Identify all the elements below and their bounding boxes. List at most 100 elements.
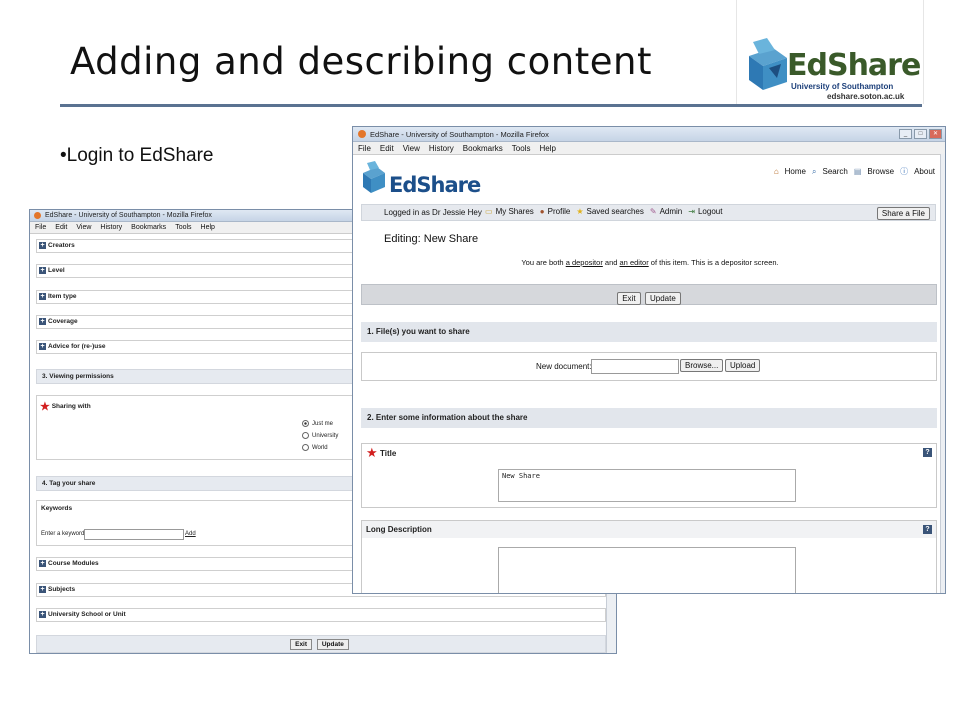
long-description-header — [362, 521, 936, 538]
radio-icon — [302, 432, 309, 439]
browse-button[interactable]: Browse... — [680, 359, 724, 372]
link-profile[interactable]: Profile — [548, 207, 571, 216]
star-icon: ★ — [576, 207, 584, 216]
exit-button[interactable]: Exit — [617, 292, 641, 305]
close-icon[interactable]: ✕ — [929, 129, 942, 139]
expand-icon: + — [39, 318, 46, 325]
keyword-prompt: Enter a keyword: — [41, 531, 87, 537]
sharing-with-label: Sharing with — [51, 403, 91, 410]
site-logo-wordmark[interactable]: EdShare — [389, 173, 481, 197]
expand-icon: + — [39, 343, 46, 350]
user-bar: Logged in as Dr Jessie Hey ▭ My Shares ● P… — [361, 204, 936, 221]
logged-in-text: Logged in as Dr Jessie Hey — [384, 208, 482, 217]
radio-selected-icon — [302, 420, 309, 427]
menu-edit[interactable]: Edit — [380, 144, 394, 153]
help-icon[interactable]: ? — [923, 448, 932, 457]
menu-tools[interactable]: Tools — [512, 144, 531, 153]
menu-help[interactable]: Help — [201, 224, 215, 231]
info-icon: ⓘ — [900, 167, 909, 176]
keyword-add-link[interactable]: Add — [185, 531, 196, 537]
expand-icon: + — [39, 560, 46, 567]
profile-icon: ● — [539, 207, 545, 216]
menu-tools[interactable]: Tools — [175, 224, 191, 231]
exit-button[interactable]: Exit — [290, 639, 313, 650]
firefox-icon — [34, 212, 41, 219]
site-nav: ⌂ Home ⌕ Search ▤ Browse ⓘ About — [774, 166, 935, 177]
nav-home[interactable]: Home — [785, 167, 806, 176]
logo-wordmark: EdShare — [787, 48, 921, 83]
nav-search[interactable]: Search — [822, 167, 847, 176]
new-document-label: New document: — [536, 362, 592, 371]
menu-file[interactable]: File — [35, 224, 46, 231]
title-input-value: New Share — [502, 472, 540, 480]
maximize-icon[interactable]: □ — [914, 129, 927, 139]
link-admin[interactable]: Admin — [660, 207, 683, 216]
update-button[interactable]: Update — [316, 639, 349, 650]
menu-help[interactable]: Help — [539, 144, 555, 153]
right-scrollbar[interactable] — [940, 154, 945, 593]
search-icon: ⌕ — [812, 166, 817, 176]
menu-view[interactable]: View — [76, 224, 91, 231]
menu-history[interactable]: History — [429, 144, 454, 153]
expand-icon: + — [39, 293, 46, 300]
browse-icon: ▤ — [853, 167, 862, 176]
menu-edit[interactable]: Edit — [55, 224, 67, 231]
menu-bar: File Edit View History Bookmarks Tools H… — [353, 142, 945, 155]
help-icon[interactable]: ? — [923, 525, 932, 534]
update-button[interactable]: Update — [645, 292, 681, 305]
browser-window-front: EdShare - University of Southampton - Mo… — [352, 126, 946, 594]
window-title: EdShare - University of Southampton - Mo… — [45, 212, 212, 219]
radio-just-me[interactable]: Just me — [302, 420, 333, 427]
required-star-icon: ★ — [40, 401, 50, 413]
edshare-box-icon — [749, 38, 787, 90]
keywords-label: Keywords — [41, 505, 73, 512]
nav-about[interactable]: About — [914, 167, 935, 176]
new-document-input[interactable] — [591, 359, 679, 374]
radio-world[interactable]: World — [302, 444, 328, 451]
logo-university: University of Southampton — [791, 82, 894, 91]
admin-icon: ✎ — [649, 207, 657, 216]
menu-file[interactable]: File — [358, 144, 371, 153]
title-divider — [60, 104, 922, 107]
long-description-box: Long Description ? — [361, 520, 937, 593]
edshare-site-logo-icon — [363, 161, 385, 193]
depositor-link[interactable]: a depositor — [566, 258, 603, 267]
right-action-bar: Exit Update — [361, 284, 937, 305]
expand-icon: + — [39, 611, 46, 618]
keyword-input[interactable] — [84, 529, 184, 540]
window-titlebar: EdShare - University of Southampton - Mo… — [353, 127, 945, 142]
file-upload-box: New document: Browse... Upload — [361, 352, 937, 381]
depositor-notice: You are both a depositor and an editor o… — [521, 258, 779, 267]
expand-icon: + — [39, 267, 46, 274]
radio-university[interactable]: University — [302, 432, 338, 439]
menu-bookmarks[interactable]: Bookmarks — [131, 224, 166, 231]
window-title: EdShare - University of Southampton - Mo… — [370, 129, 549, 139]
title-input[interactable]: New Share — [498, 469, 796, 502]
slide-title: Adding and describing content — [70, 40, 652, 83]
expand-icon: + — [39, 242, 46, 249]
page-heading: Editing: New Share — [384, 233, 479, 245]
link-logout[interactable]: Logout — [698, 207, 722, 216]
section-info-header: 2. Enter some information about the shar… — [361, 408, 937, 428]
logout-icon: ⇥ — [688, 207, 695, 216]
home-icon: ⌂ — [773, 167, 779, 176]
logo-url: edshare.soton.ac.uk — [827, 92, 905, 101]
section-university-school[interactable]: + University School or Unit — [36, 608, 606, 622]
upload-button[interactable]: Upload — [725, 359, 761, 372]
menu-view[interactable]: View — [403, 144, 420, 153]
menu-bookmarks[interactable]: Bookmarks — [463, 144, 503, 153]
firefox-icon — [358, 130, 366, 138]
share-a-file-button[interactable]: Share a File — [876, 207, 930, 220]
section-files-header: 1. File(s) you want to share — [361, 322, 937, 342]
radio-icon — [302, 444, 309, 451]
left-action-bar: Exit Update — [36, 635, 606, 653]
link-my-shares[interactable]: My Shares — [496, 207, 534, 216]
long-description-textarea[interactable] — [498, 547, 796, 593]
bullet-login: •Login to EdShare — [60, 145, 214, 166]
nav-browse[interactable]: Browse — [867, 167, 894, 176]
minimize-icon[interactable]: _ — [899, 129, 912, 139]
editor-link[interactable]: an editor — [620, 258, 649, 267]
title-label: Title — [380, 449, 397, 458]
link-saved-searches[interactable]: Saved searches — [587, 207, 644, 216]
menu-history[interactable]: History — [100, 224, 122, 231]
